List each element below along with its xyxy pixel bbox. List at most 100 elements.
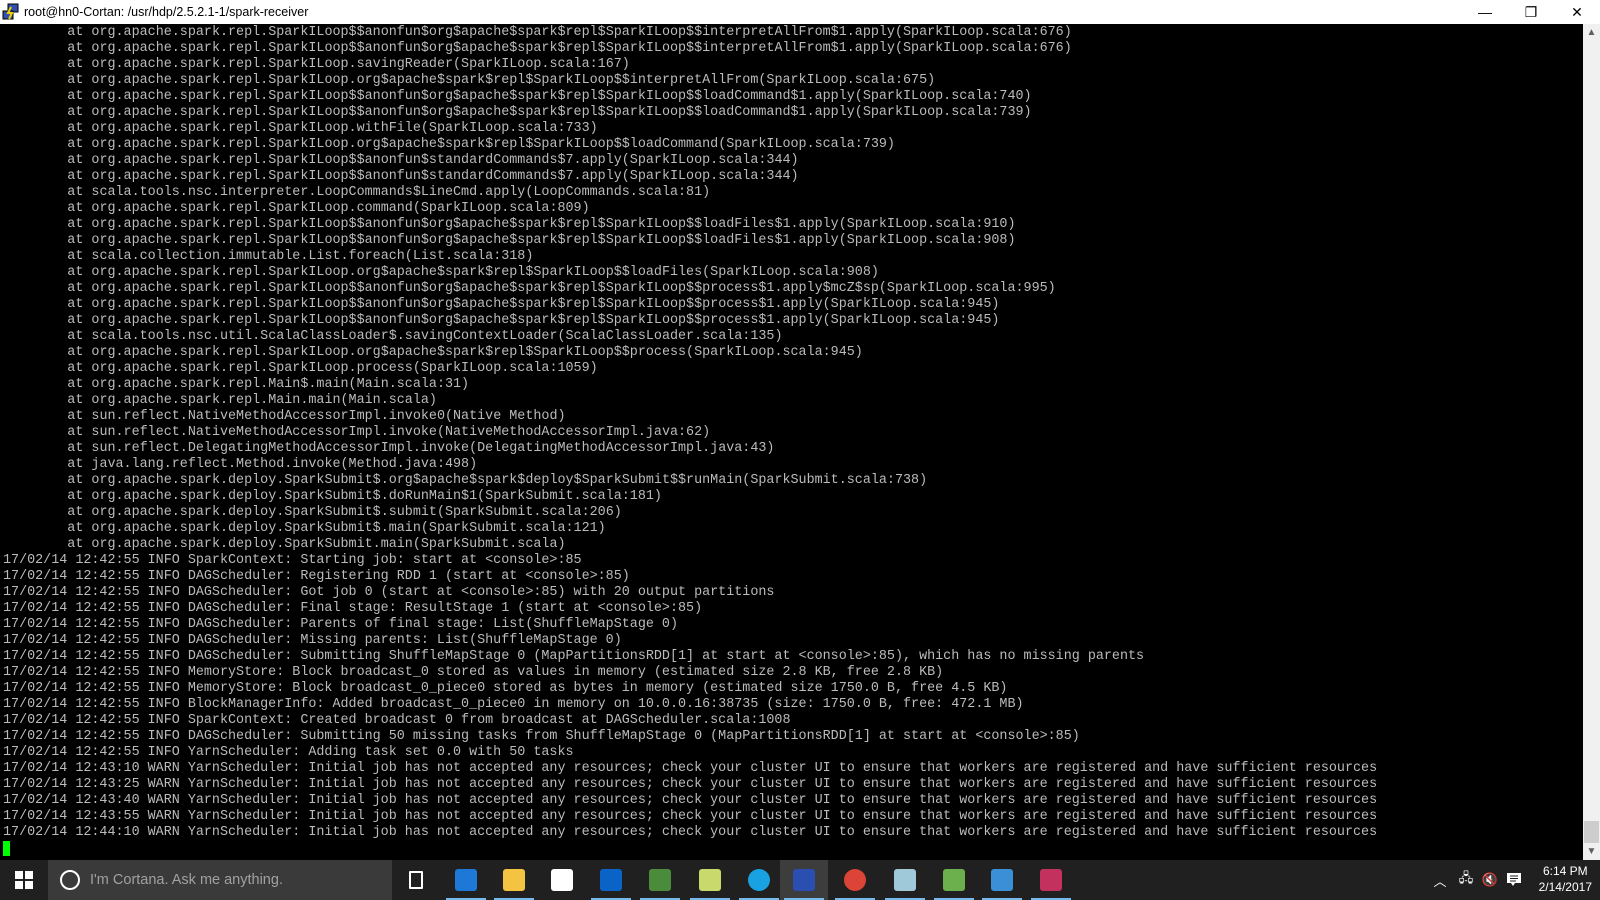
terminal-line: at org.apache.spark.repl.SparkILoop.savi… [3,57,630,72]
terminal-line: 17/02/14 12:43:40 WARN YarnScheduler: In… [3,793,1378,808]
terminal-line: at sun.reflect.DelegatingMethodAccessorI… [3,441,775,456]
terminal-line: 17/02/14 12:44:10 WARN YarnScheduler: In… [3,825,1378,840]
terminal-line: at org.apache.spark.repl.SparkILoop$$ano… [3,169,799,184]
taskbar-edge-button[interactable] [442,860,490,900]
terminal-line: 17/02/14 12:43:55 WARN YarnScheduler: In… [3,809,1378,824]
terminal-line: at java.lang.reflect.Method.invoke(Metho… [3,457,478,472]
network-icon[interactable]: 🖧 [1455,860,1477,900]
terminal-line: at org.apache.spark.repl.SparkILoop$$ano… [3,217,1016,232]
minimize-button[interactable]: — [1462,0,1508,24]
terminal-line: at scala.collection.immutable.List.forea… [3,249,534,264]
terminal-line: at scala.tools.nsc.interpreter.LoopComma… [3,185,711,200]
terminal-line: at org.apache.spark.repl.SparkILoop$$ano… [3,313,1000,328]
taskbar-chrome-button[interactable] [831,860,879,900]
taskbar-store-button[interactable] [538,860,586,900]
scroll-down-arrow-icon[interactable]: ▼ [1583,843,1600,860]
terminal-line: 17/02/14 12:42:55 INFO DAGScheduler: Fin… [3,601,703,616]
clock-date: 2/14/2017 [1538,880,1592,894]
terminal-line: at org.apache.spark.repl.SparkILoop$$ano… [3,105,1032,120]
cortana-search-box[interactable]: I'm Cortana. Ask me anything. [48,860,392,900]
cortana-search-placeholder: I'm Cortana. Ask me anything. [90,872,283,888]
terminal-line: at org.apache.spark.deploy.SparkSubmit$.… [3,489,662,504]
taskbar-control-panel-button[interactable] [978,860,1026,900]
chrome-icon [844,869,866,891]
terminal-line: at org.apache.spark.repl.SparkILoop.org$… [3,137,895,152]
terminal-line: at org.apache.spark.repl.SparkILoop.org$… [3,73,936,88]
terminal-line: 17/02/14 12:42:55 INFO DAGScheduler: Sub… [3,649,1145,664]
terminal-line: 17/02/14 12:43:10 WARN YarnScheduler: In… [3,761,1378,776]
notepad-icon [943,869,965,891]
terminal-line: at org.apache.spark.repl.SparkILoop$$ano… [3,281,1056,296]
terminal-line: 17/02/14 12:42:55 INFO DAGScheduler: Reg… [3,569,630,584]
terminal-line: at org.apache.spark.deploy.SparkSubmit$.… [3,473,928,488]
terminal-line: 17/02/14 12:42:55 INFO MemoryStore: Bloc… [3,665,944,680]
taskbar-notepad-button[interactable] [930,860,978,900]
terminal-output[interactable]: at org.apache.spark.repl.SparkILoop$$ano… [0,24,1583,860]
terminal-line: 17/02/14 12:43:25 WARN YarnScheduler: In… [3,777,1378,792]
task-view-icon [409,871,423,889]
terminal-line: at org.apache.spark.repl.SparkILoop$$ano… [3,153,799,168]
notes-icon [894,869,916,891]
intellij-icon [1040,869,1062,891]
terminal-line: at org.apache.spark.deploy.SparkSubmit.m… [3,537,566,552]
taskbar-skype-button[interactable] [735,860,783,900]
terminal-line: at org.apache.spark.repl.SparkILoop$$ano… [3,89,1032,104]
remote-tool-icon [649,869,671,891]
windows-logo-icon [15,871,33,889]
file-explorer-icon [503,869,525,891]
terminal-line: at org.apache.spark.deploy.SparkSubmit$.… [3,505,622,520]
terminal-line: at org.apache.spark.repl.SparkILoop$$ano… [3,233,1016,248]
terminal-line: 17/02/14 12:42:55 INFO YarnScheduler: Ad… [3,745,574,760]
restore-button[interactable]: ❐ [1508,0,1554,24]
terminal-line: at org.apache.spark.repl.SparkILoop.comm… [3,201,590,216]
terminal-line: at org.apache.spark.repl.Main$.main(Main… [3,377,470,392]
volume-muted-icon[interactable]: 🔇 [1479,860,1501,900]
terminal-line: at sun.reflect.NativeMethodAccessorImpl.… [3,409,566,424]
terminal-lines: at org.apache.spark.repl.SparkILoop$$ano… [3,25,1377,841]
terminal-line: 17/02/14 12:42:55 INFO BlockManagerInfo:… [3,697,1024,712]
sticky-folders-icon [699,869,721,891]
skype-icon [748,869,770,891]
terminal-line: 17/02/14 12:42:55 INFO DAGScheduler: Mis… [3,633,622,648]
terminal-line: at org.apache.spark.repl.SparkILoop.org$… [3,265,879,280]
terminal-line: 17/02/14 12:42:55 INFO DAGScheduler: Par… [3,617,678,632]
vertical-scrollbar[interactable]: ▲ ▼ [1583,24,1600,860]
taskbar-sticky-folders-button[interactable] [686,860,734,900]
cortana-icon [60,870,80,890]
taskbar-file-explorer-button[interactable] [490,860,538,900]
terminal-line: at org.apache.spark.repl.SparkILoop$$ano… [3,297,1000,312]
scroll-up-arrow-icon[interactable]: ▲ [1583,24,1600,41]
terminal-line: 17/02/14 12:42:55 INFO SparkContext: Sta… [3,553,582,568]
scrollbar-thumb[interactable] [1584,821,1599,843]
terminal-line: at scala.tools.nsc.util.ScalaClassLoader… [3,329,783,344]
terminal-line: at org.apache.spark.repl.SparkILoop$$ano… [3,25,1072,40]
store-icon [551,869,573,891]
taskbar-task-view-button[interactable] [392,860,440,900]
taskbar-remote-tool-button[interactable] [636,860,684,900]
clock-time: 6:14 PM [1542,864,1588,878]
terminal-line: 17/02/14 12:42:55 INFO MemoryStore: Bloc… [3,681,1008,696]
window-title: root@hn0-Cortan: /usr/hdp/2.5.2.1-1/spar… [24,5,309,19]
putty-icon[interactable] [2,3,20,21]
system-clock[interactable]: 6:14 PM 2/14/2017 [1539,863,1592,895]
taskbar-putty-button[interactable] [780,860,828,900]
show-hidden-icons-icon[interactable]: ︿ [1430,860,1450,900]
taskbar-notes-button[interactable] [881,860,929,900]
edge-icon [455,869,477,891]
putty-icon [793,869,815,891]
taskbar: I'm Cortana. Ask me anything. ︿ 🖧 🔇 6:14… [0,860,1600,900]
window-titlebar: root@hn0-Cortan: /usr/hdp/2.5.2.1-1/spar… [0,0,1600,24]
control-panel-icon [991,869,1013,891]
terminal-line: at org.apache.spark.repl.SparkILoop$$ano… [3,41,1072,56]
terminal-cursor [3,841,10,856]
terminal-line: at org.apache.spark.repl.SparkILoop.proc… [3,361,598,376]
taskbar-intellij-button[interactable] [1027,860,1075,900]
terminal-line: at org.apache.spark.repl.SparkILoop.with… [3,121,598,136]
taskbar-outlook-button[interactable] [587,860,635,900]
action-center-icon[interactable] [1502,860,1526,900]
close-button[interactable]: ✕ [1554,0,1600,24]
start-button[interactable] [0,860,48,900]
terminal-line: 17/02/14 12:42:55 INFO DAGScheduler: Got… [3,585,775,600]
terminal-line: at sun.reflect.NativeMethodAccessorImpl.… [3,425,711,440]
terminal-line: at org.apache.spark.repl.Main.main(Main.… [3,393,437,408]
